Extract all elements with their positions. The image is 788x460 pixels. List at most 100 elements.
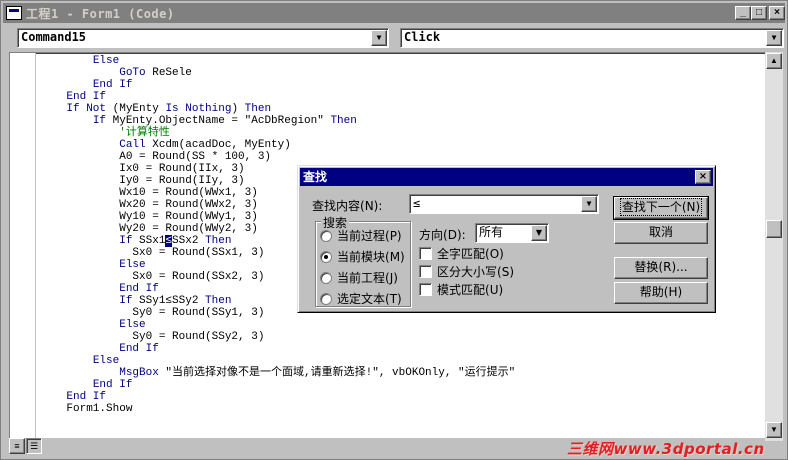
- vertical-scrollbar[interactable]: ▲ ▼: [765, 52, 783, 441]
- find-what-dropdown-icon[interactable]: ▼: [581, 196, 597, 212]
- code-token: Wx20 = Round(WWx2, 3): [40, 199, 258, 211]
- find-dialog-title: 查找: [303, 170, 328, 184]
- match-option[interactable]: 全字匹配 (O): [419, 245, 504, 262]
- code-token: Wy10 = Round(WWy1, 3): [40, 211, 258, 223]
- window-titlebar[interactable]: 工程1 - Form1 (Code) _ □ ×: [3, 3, 785, 23]
- match-option-label: 区分大小写: [437, 265, 498, 279]
- code-keyword: If: [119, 295, 133, 307]
- code-line[interactable]: A0 = Round(SS * 100, 3): [40, 151, 515, 163]
- margin-indicator-bar[interactable]: [10, 53, 36, 440]
- code-keyword: End If: [119, 343, 159, 355]
- match-option[interactable]: 区分大小写 (S): [419, 263, 514, 280]
- match-option-key: (S): [497, 264, 514, 279]
- code-line[interactable]: Sy0 = Round(SSy2, 3): [40, 331, 515, 343]
- scope-option[interactable]: 当前过程 (P): [320, 227, 402, 244]
- code-line[interactable]: Else: [40, 319, 515, 331]
- direction-label-key: (D):: [443, 228, 466, 242]
- code-token: (MyEnty: [106, 103, 166, 115]
- code-line[interactable]: Else: [40, 355, 515, 367]
- direction-label: 方向(D):: [419, 226, 466, 243]
- maximize-button[interactable]: □: [751, 6, 767, 20]
- find-dialog-close-icon[interactable]: ×: [695, 170, 711, 184]
- radio-unselected-icon[interactable]: [320, 229, 332, 242]
- checkbox-unchecked-icon[interactable]: [419, 265, 432, 278]
- procedure-combo-dropdown-icon[interactable]: ▼: [766, 30, 782, 46]
- scope-option[interactable]: 当前工程 (J): [320, 269, 398, 286]
- cancel-button[interactable]: 取消: [614, 222, 708, 244]
- scope-option[interactable]: 选定文本 (T): [320, 290, 402, 307]
- code-line[interactable]: End If: [40, 379, 515, 391]
- radio-unselected-icon[interactable]: [320, 271, 332, 284]
- direction-value: 所有: [479, 225, 504, 239]
- code-line[interactable]: GoTo ReSele: [40, 67, 515, 79]
- code-token: Sx0 = Round(SSx1, 3): [40, 247, 265, 259]
- scope-option-label: 当前工程: [337, 271, 386, 285]
- find-dialog: 查找 × 查找内容(N): ≤ ▼ 搜索 当前过程 (P) 当前模块 (M) 当前工程(…: [297, 165, 716, 313]
- scope-option[interactable]: 当前模块 (M): [320, 248, 405, 265]
- find-what-label-key: (N):: [360, 199, 383, 213]
- code-line[interactable]: Call Xcdm(acadDoc, MyEnty): [40, 139, 515, 151]
- code-line[interactable]: End If: [40, 79, 515, 91]
- code-token: SSx1: [132, 235, 166, 247]
- code-line[interactable]: End If: [40, 343, 515, 355]
- code-keyword: Call: [119, 139, 146, 151]
- full-module-view-icon[interactable]: ☰: [26, 438, 42, 454]
- scroll-down-arrow-icon[interactable]: ▼: [766, 422, 782, 438]
- find-dialog-titlebar[interactable]: 查找 ×: [300, 168, 713, 186]
- code-window-icon[interactable]: [6, 6, 22, 20]
- code-keyword: If: [92, 115, 107, 127]
- object-combo-value: Command15: [21, 30, 87, 44]
- direction-select[interactable]: 所有 ▼: [475, 223, 549, 243]
- code-line[interactable]: '计算特性: [40, 127, 515, 139]
- object-combo[interactable]: Command15 ▼: [17, 28, 389, 48]
- watermark: 三维网www.3dportal.cn: [567, 440, 765, 458]
- scroll-up-arrow-icon[interactable]: ▲: [766, 53, 782, 69]
- code-keyword: Else: [119, 319, 146, 331]
- code-comment: '计算特性: [119, 127, 170, 139]
- minimize-button[interactable]: _: [735, 6, 751, 20]
- radio-selected-icon[interactable]: [320, 250, 332, 263]
- code-token: Wy20 = Round(WWy2, 3): [40, 223, 258, 235]
- replace-button[interactable]: 替换(R)...: [614, 257, 708, 279]
- close-button[interactable]: ×: [769, 6, 785, 20]
- code-token: A0 = Round(SS * 100, 3): [40, 151, 272, 163]
- help-button[interactable]: 帮助(H): [614, 282, 708, 304]
- code-token: "当前选择对像不是一个面域,请重新选择!", vbOKOnly, "运行提示": [158, 367, 516, 379]
- code-keyword: Else: [92, 355, 120, 367]
- radio-unselected-icon[interactable]: [320, 292, 332, 305]
- code-line[interactable]: If Not (MyEnty Is Nothing) Then: [40, 103, 515, 115]
- match-option-key: (U): [485, 282, 504, 297]
- object-combo-dropdown-icon[interactable]: ▼: [371, 30, 387, 46]
- scope-option-key: (J): [385, 270, 398, 285]
- code-line[interactable]: MsgBox "当前选择对像不是一个面域,请重新选择!", vbOKOnly, …: [40, 367, 515, 379]
- window-title: 工程1 - Form1 (Code): [26, 6, 175, 21]
- code-keyword: Then: [205, 235, 232, 247]
- checkbox-unchecked-icon[interactable]: [419, 283, 432, 296]
- code-line[interactable]: If MyEnty.ObjectName = "AcDbRegion" Then: [40, 115, 515, 127]
- scope-option-label: 当前过程: [337, 229, 386, 243]
- vertical-scroll-thumb[interactable]: [766, 220, 782, 238]
- code-line[interactable]: End If: [40, 91, 515, 103]
- code-line[interactable]: End If: [40, 391, 515, 403]
- match-option[interactable]: 模式匹配 (U): [419, 281, 503, 298]
- code-line[interactable]: Form1.Show: [40, 403, 515, 415]
- code-line[interactable]: Else: [40, 55, 515, 67]
- find-next-button[interactable]: 查找下一个(N): [613, 196, 709, 220]
- find-what-input[interactable]: ≤ ▼: [409, 194, 599, 214]
- procedure-combo[interactable]: Click ▼: [400, 28, 784, 48]
- code-keyword: Then: [330, 115, 357, 127]
- direction-dropdown-icon[interactable]: ▼: [531, 225, 547, 241]
- code-token: Form1.Show: [40, 403, 133, 415]
- procedure-view-icon[interactable]: ≡: [9, 438, 25, 454]
- code-keyword: Else: [92, 55, 120, 67]
- checkbox-unchecked-icon[interactable]: [419, 247, 432, 260]
- find-what-label: 查找内容(N):: [312, 197, 382, 214]
